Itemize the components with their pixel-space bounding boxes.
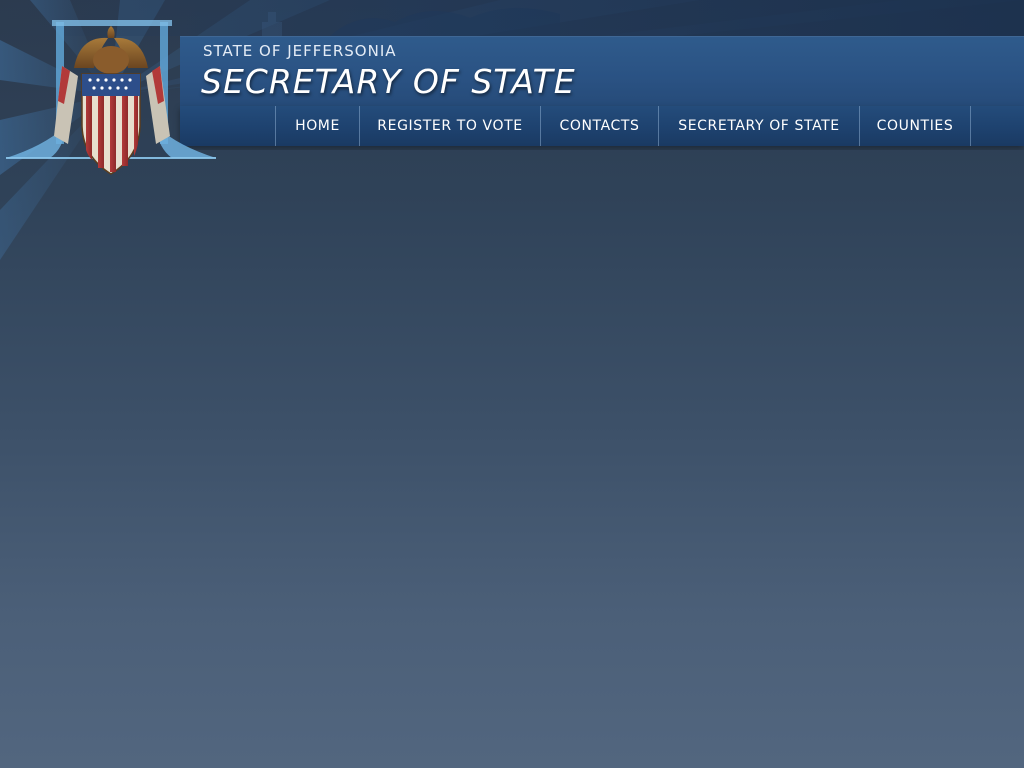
eagle-shield-seal-icon[interactable] <box>4 16 218 178</box>
page: STATE OF JEFFERSONIA SECRETARY OF STATE … <box>0 0 1024 768</box>
nav-item-register-to-vote[interactable]: REGISTER TO VOTE <box>360 106 541 146</box>
nav-item-home[interactable]: HOME <box>276 106 360 146</box>
nav-item-contacts[interactable]: CONTACTS <box>541 106 659 146</box>
nav-item-counties[interactable]: COUNTIES <box>860 106 971 146</box>
site-title[interactable]: SECRETARY OF STATE <box>201 62 576 101</box>
nav-item-secretary-of-state[interactable]: SECRETARY OF STATE <box>659 106 860 146</box>
state-label: STATE OF JEFFERSONIA <box>203 42 397 60</box>
main-navigation: HOME REGISTER TO VOTE CONTACTS SECRETARY… <box>275 106 971 146</box>
